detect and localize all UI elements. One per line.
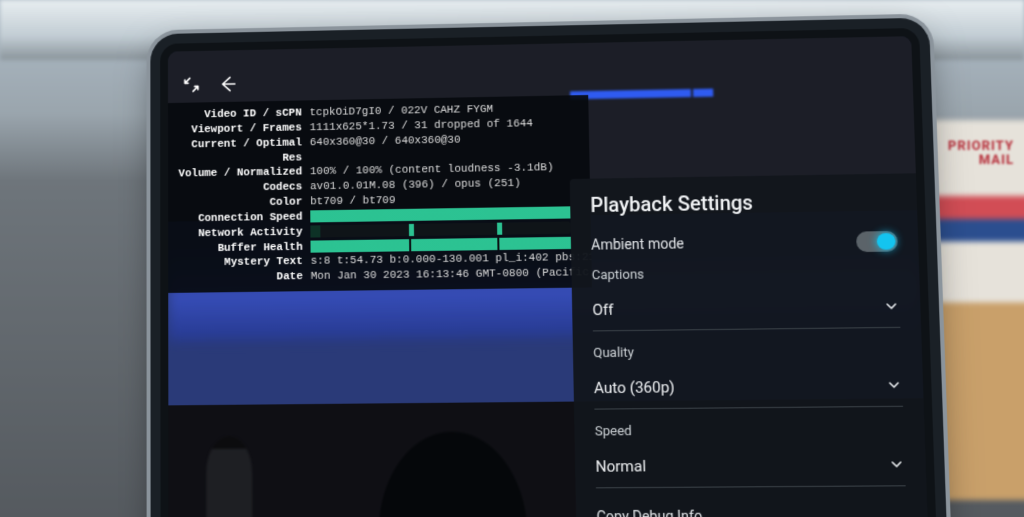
playback-settings-panel: Playback Settings Ambient mode Captions … <box>570 173 929 517</box>
scene-root: PRIORITY MAIL Video ID / sCPNtcpkOiD7gI0… <box>0 0 1024 517</box>
parcel-label: PRIORITY MAIL <box>948 140 1014 169</box>
captions-caption: Captions <box>592 264 899 283</box>
stats-overlay: Video ID / sCPNtcpkOiD7gI0 / 022V CAHZ F… <box>168 95 592 293</box>
quality-select[interactable]: Auto (360p) <box>594 364 903 409</box>
parcel-line1: PRIORITY <box>948 139 1014 154</box>
ambient-mode-row[interactable]: Ambient mode <box>591 231 898 256</box>
collapse-icon[interactable] <box>182 75 202 95</box>
copy-debug-label: Copy Debug Info <box>596 509 702 517</box>
chevron-down-icon <box>885 377 902 394</box>
quality-field: Quality Auto (360p) <box>593 342 903 409</box>
speed-caption: Speed <box>595 421 904 439</box>
prop-bottle <box>206 436 252 517</box>
progress-accent-tail <box>693 89 713 97</box>
parcel-line2: MAIL <box>979 153 1014 168</box>
tablet-device: Video ID / sCPNtcpkOiD7gI0 / 022V CAHZ F… <box>160 28 937 517</box>
speed-value: Normal <box>595 457 646 476</box>
chevron-down-icon <box>883 298 900 315</box>
chevron-down-icon <box>888 456 905 473</box>
copy-debug-info[interactable]: Copy Debug Info <box>596 501 907 517</box>
quality-value: Auto (360p) <box>594 378 675 397</box>
stat-label-mystery: Mystery Text <box>176 255 303 272</box>
captions-select[interactable]: Off <box>592 285 900 331</box>
stat-label-res: Current / Optimal Res <box>176 136 302 168</box>
captions-value: Off <box>592 300 613 319</box>
speed-field: Speed Normal <box>595 421 906 488</box>
ambient-mode-toggle[interactable] <box>856 231 898 252</box>
quality-caption: Quality <box>593 342 901 361</box>
back-arrow-icon[interactable] <box>217 74 237 94</box>
buffer-health-bar <box>310 236 571 252</box>
stat-value-date: Mon Jan 30 2023 16:13:46 GMT-0800 (Pacif… <box>311 266 592 285</box>
speed-select[interactable]: Normal <box>595 443 906 488</box>
screen: Video ID / sCPNtcpkOiD7gI0 / 022V CAHZ F… <box>168 36 929 517</box>
ambient-mode-label: Ambient mode <box>591 236 684 254</box>
stat-value-res: 640x360@30 / 640x360@30 <box>310 131 590 166</box>
captions-field: Captions Off <box>592 264 901 332</box>
player-nav <box>182 74 237 95</box>
stat-label-date: Date <box>176 270 303 287</box>
panel-title: Playback Settings <box>590 188 896 217</box>
network-activity-bar <box>310 221 570 237</box>
